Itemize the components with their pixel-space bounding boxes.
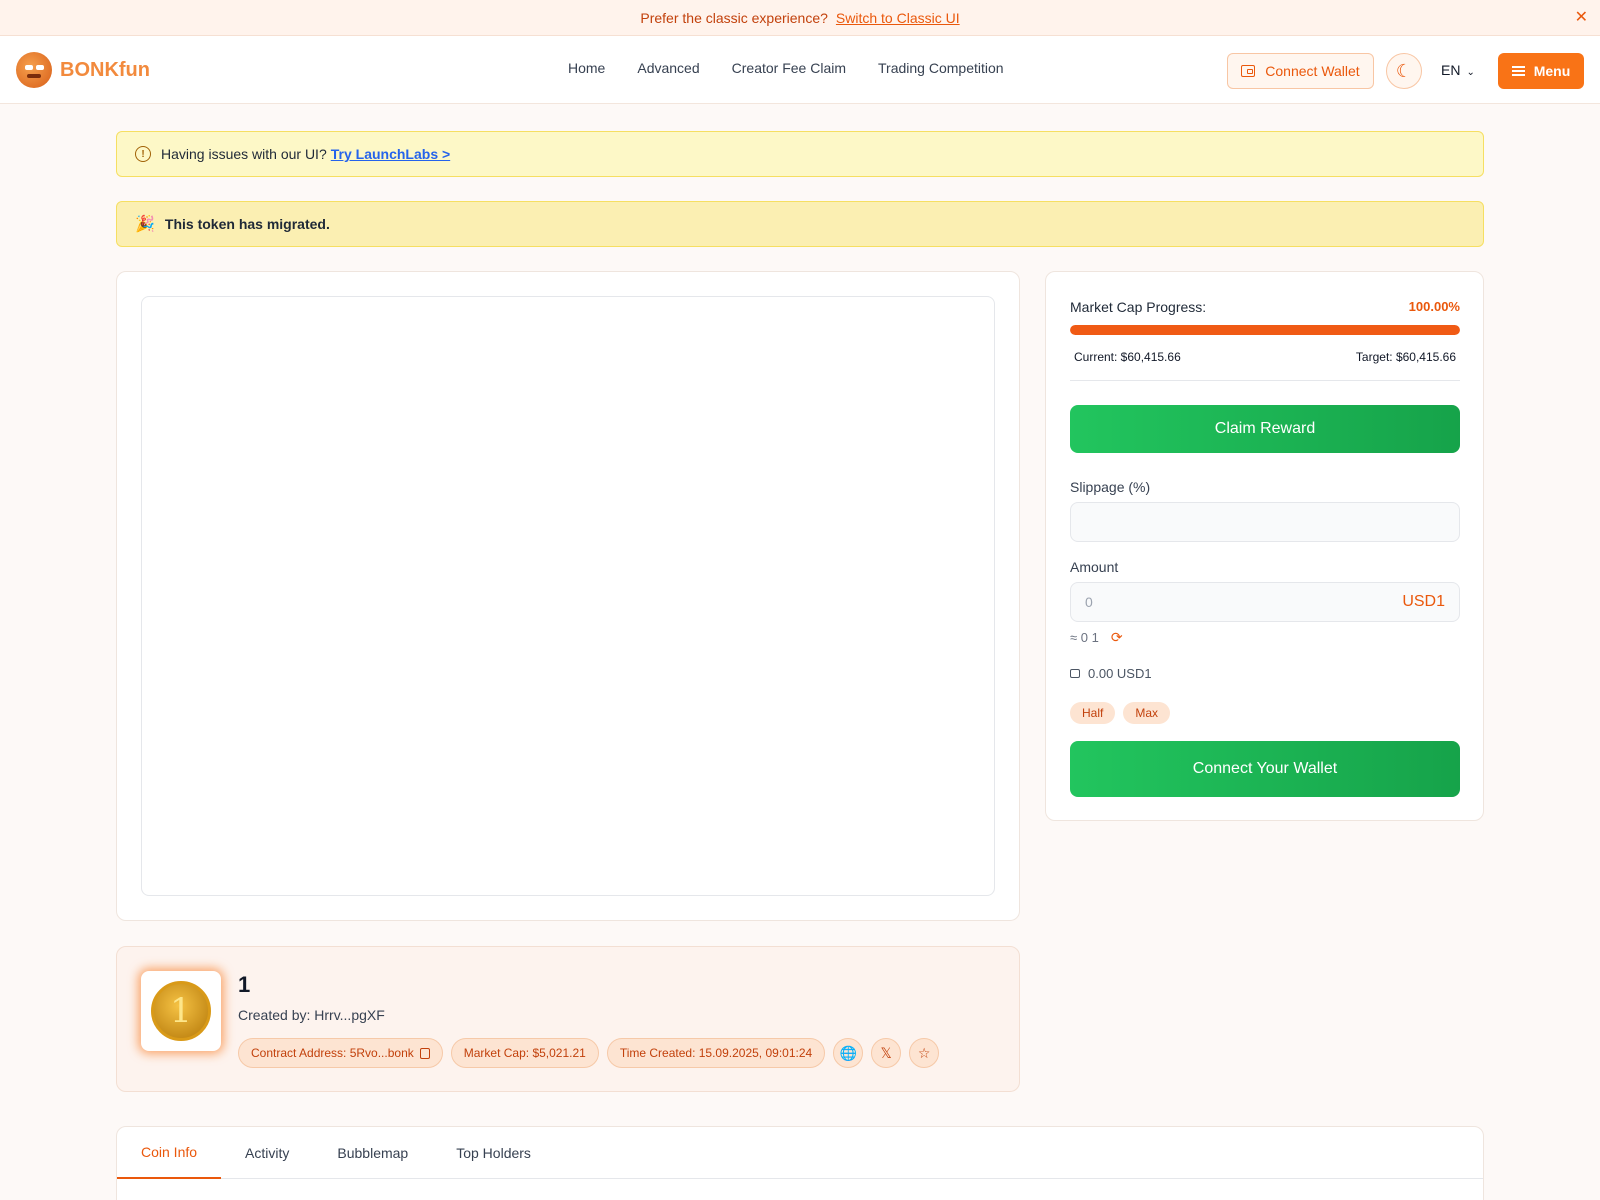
- x-twitter-icon[interactable]: 𝕏: [871, 1038, 902, 1068]
- amount-placeholder: 0: [1085, 594, 1093, 610]
- wallet-icon: [1241, 65, 1256, 77]
- classic-ui-banner: Prefer the classic experience? Switch to…: [0, 0, 1600, 36]
- token-tags: Contract Address: 5Rvo...bonk Market Cap…: [238, 1038, 940, 1068]
- favorite-star-icon[interactable]: ☆: [909, 1038, 940, 1068]
- progress-percent: 100.00%: [1408, 299, 1460, 314]
- launchlabs-link[interactable]: Try LaunchLabs >: [331, 146, 450, 162]
- connect-wallet-button[interactable]: Connect Wallet: [1227, 53, 1374, 89]
- refresh-icon[interactable]: ⟳: [1111, 629, 1123, 646]
- nav-home[interactable]: Home: [568, 60, 605, 76]
- token-info-card: 1 1 Created by: Hrrv...pgXF Contract Add…: [116, 946, 1020, 1092]
- language-select[interactable]: EN ⌄: [1441, 62, 1475, 78]
- market-cap-value: Market Cap: $5,021.21: [463, 1046, 586, 1060]
- wallet-balance: 0.00 USD1: [1070, 666, 1152, 681]
- menu-label: Menu: [1533, 63, 1571, 79]
- tab-top-holders[interactable]: Top Holders: [432, 1127, 555, 1179]
- info-icon: !: [135, 146, 151, 162]
- token-image: 1: [141, 971, 221, 1051]
- hamburger-icon: [1511, 66, 1525, 76]
- language-label: EN: [1441, 62, 1461, 78]
- slippage-input[interactable]: [1070, 502, 1460, 542]
- half-button[interactable]: Half: [1070, 702, 1116, 724]
- nav-trading-competition[interactable]: Trading Competition: [878, 60, 1004, 76]
- market-cap-values: Current: $60,415.66 Target: $60,415.66: [1074, 350, 1456, 364]
- ui-issue-alert: ! Having issues with our UI? Try LaunchL…: [116, 131, 1484, 177]
- market-cap-tag: Market Cap: $5,021.21: [450, 1038, 599, 1068]
- time-created-tag: Time Created: 15.09.2025, 09:01:24: [606, 1038, 826, 1068]
- wallet-icon: [1070, 669, 1080, 678]
- copy-icon[interactable]: [419, 1047, 430, 1059]
- migrated-alert: 🎉 This token has migrated.: [116, 201, 1484, 247]
- current-market-cap: Current: $60,415.66: [1074, 350, 1181, 364]
- brand-logo[interactable]: BONKfun: [16, 52, 150, 88]
- token-name: 1: [238, 972, 251, 997]
- close-icon[interactable]: ✕: [1575, 9, 1588, 27]
- ui-issue-text: Having issues with our UI?: [161, 146, 327, 162]
- tab-coin-info[interactable]: Coin Info: [117, 1127, 222, 1179]
- trade-panel: Market Cap Progress: 100.00% Current: $6…: [1045, 271, 1484, 821]
- market-cap-progress-bar: [1070, 325, 1460, 335]
- amount-currency[interactable]: USD1: [1402, 593, 1445, 611]
- amount-input[interactable]: 0 USD1: [1070, 582, 1460, 622]
- connect-your-wallet-button[interactable]: Connect Your Wallet: [1070, 741, 1460, 797]
- brand-name: BONKfun: [60, 58, 150, 81]
- chart-card: [116, 271, 1020, 921]
- menu-button[interactable]: Menu: [1498, 53, 1584, 89]
- chevron-down-icon: ⌄: [1466, 67, 1475, 78]
- progress-label: Market Cap Progress:: [1070, 299, 1207, 315]
- site-header: BONKfun Home Advanced Creator Fee Claim …: [0, 36, 1600, 104]
- main-nav: Home Advanced Creator Fee Claim Trading …: [568, 60, 1036, 76]
- target-market-cap: Target: $60,415.66: [1355, 350, 1456, 364]
- progress-fill: [1070, 325, 1460, 335]
- website-globe-icon[interactable]: 🌐: [833, 1038, 864, 1068]
- balance-value: 0.00 USD1: [1088, 666, 1152, 681]
- time-created: Time Created: 15.09.2025, 09:01:24: [619, 1046, 813, 1060]
- nav-advanced[interactable]: Advanced: [637, 60, 699, 76]
- max-button[interactable]: Max: [1123, 702, 1171, 724]
- nav-creator-fee-claim[interactable]: Creator Fee Claim: [732, 60, 846, 76]
- claim-reward-button[interactable]: Claim Reward: [1070, 405, 1460, 453]
- migrated-text: This token has migrated.: [164, 216, 330, 232]
- divider: [1070, 380, 1460, 381]
- approx-amount: ≈ 0 1 ⟳: [1070, 629, 1123, 646]
- contract-address-tag[interactable]: Contract Address: 5Rvo...bonk: [238, 1038, 443, 1068]
- bonk-dog-icon: [16, 52, 52, 88]
- theme-toggle-button[interactable]: ☾: [1386, 53, 1422, 89]
- amount-label: Amount: [1070, 559, 1119, 575]
- details-tabs-card: Coin Info Activity Bubblemap Top Holders: [116, 1126, 1484, 1200]
- amount-presets: Half Max: [1070, 702, 1171, 724]
- market-cap-progress-row: Market Cap Progress: 100.00%: [1070, 299, 1460, 315]
- price-chart-frame[interactable]: [141, 296, 995, 896]
- banner-text: Prefer the classic experience?: [640, 9, 828, 26]
- details-tabs: Coin Info Activity Bubblemap Top Holders: [117, 1127, 1483, 1179]
- slippage-label: Slippage (%): [1070, 479, 1151, 495]
- tab-activity[interactable]: Activity: [221, 1127, 313, 1179]
- connect-wallet-label: Connect Wallet: [1265, 63, 1360, 79]
- approx-value: ≈ 0 1: [1070, 630, 1099, 645]
- moon-icon: ☾: [1395, 60, 1413, 81]
- tab-bubblemap[interactable]: Bubblemap: [313, 1127, 432, 1179]
- party-popper-icon: 🎉: [135, 216, 155, 233]
- contract-address: Contract Address: 5Rvo...bonk: [251, 1046, 414, 1060]
- token-creator[interactable]: Created by: Hrrv...pgXF: [238, 1007, 385, 1023]
- switch-classic-link[interactable]: Switch to Classic UI: [836, 10, 960, 26]
- coin-icon: 1: [151, 981, 211, 1041]
